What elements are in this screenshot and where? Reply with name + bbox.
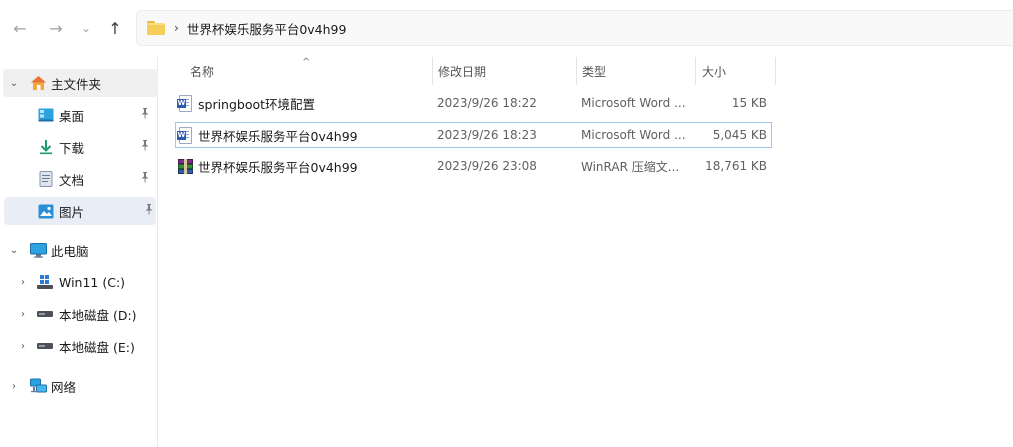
file-list: ^ 名称 修改日期 类型 大小 W springboot环境配置 2023/9/… (159, 57, 1013, 447)
column-header-label: 名称 (190, 64, 215, 79)
chevron-down-icon[interactable]: ⌄ (8, 245, 20, 256)
file-name-cell[interactable]: W springboot环境配置 (177, 90, 432, 116)
file-modified: 2023/9/26 18:22 (437, 96, 537, 110)
pin-icon[interactable] (140, 172, 150, 186)
file-row[interactable]: 世界杯娱乐服务平台0v4h99 2023/9/26 23:08 WinRAR 压… (175, 153, 772, 179)
sidebar-item-label: 桌面 (59, 108, 85, 124)
file-name-cell[interactable]: 世界杯娱乐服务平台0v4h99 (177, 153, 432, 179)
file-size: 18,761 KB (705, 159, 767, 173)
column-divider[interactable] (576, 57, 577, 85)
navigation-pane: ⌄ 主文件夹 桌面 下载 文档 图片 ⌄ 此电脑 › Win11 (C:) › … (0, 57, 158, 447)
back-button[interactable]: ← (7, 15, 33, 41)
navigation-bar: ← → ⌄ ↑ › 世界杯娱乐服务平台0v4h99 (0, 0, 1013, 57)
chevron-right-icon[interactable]: › (17, 277, 29, 288)
sidebar-item-label: 主文件夹 (51, 76, 102, 92)
pin-icon[interactable] (140, 108, 150, 122)
chevron-right-icon[interactable]: › (17, 341, 29, 352)
forward-button[interactable]: → (43, 15, 69, 41)
recent-locations-button[interactable]: ⌄ (73, 15, 99, 41)
file-modified: 2023/9/26 18:23 (437, 128, 537, 142)
file-row[interactable]: W springboot环境配置 2023/9/26 18:22 Microso… (175, 90, 772, 116)
chevron-right-icon[interactable]: › (8, 381, 20, 392)
drive-icon (36, 338, 54, 354)
sidebar-item-label: 此电脑 (51, 243, 89, 259)
sidebar-item-label: 本地磁盘 (D:) (59, 307, 137, 323)
sidebar-item-drive-c[interactable]: › Win11 (C:) (0, 268, 156, 296)
column-header-modified[interactable]: 修改日期 (438, 57, 573, 85)
address-bar[interactable]: › 世界杯娱乐服务平台0v4h99 (136, 10, 1013, 46)
up-arrow-icon: ↑ (108, 18, 122, 38)
column-header-size[interactable]: 大小 (702, 57, 772, 85)
sidebar-item-label: Win11 (C:) (59, 274, 126, 290)
column-divider[interactable] (775, 57, 776, 85)
sidebar-item-documents[interactable]: 文档 (0, 165, 156, 193)
sidebar-item-label: 图片 (59, 204, 85, 220)
file-name: springboot环境配置 (198, 96, 316, 112)
winrar-icon (177, 158, 193, 175)
column-header-name[interactable]: 名称 (190, 57, 430, 85)
word-icon: W (177, 94, 193, 112)
file-type: WinRAR 压缩文... (581, 159, 680, 174)
download-icon (37, 139, 55, 155)
documents-icon (37, 171, 55, 187)
back-arrow-icon: ← (13, 18, 27, 38)
column-header-label: 大小 (702, 64, 727, 79)
file-name: 世界杯娱乐服务平台0v4h99 (198, 128, 358, 144)
network-icon (29, 378, 47, 394)
up-button[interactable]: ↑ (102, 15, 128, 41)
file-size: 15 KB (731, 96, 767, 110)
home-icon (29, 75, 47, 91)
file-name: 世界杯娱乐服务平台0v4h99 (198, 159, 358, 175)
column-header-label: 类型 (582, 64, 607, 79)
forward-arrow-icon: → (49, 18, 63, 38)
sidebar-item-this-pc[interactable]: ⌄ 此电脑 (0, 236, 156, 264)
file-type: Microsoft Word ... (581, 96, 686, 110)
sidebar-item-label: 本地磁盘 (E:) (59, 339, 135, 355)
column-header-type[interactable]: 类型 (582, 57, 692, 85)
monitor-icon (29, 242, 47, 258)
os-drive-icon (36, 274, 54, 290)
column-divider[interactable] (695, 57, 696, 85)
pin-icon[interactable] (140, 140, 150, 154)
pictures-icon (37, 203, 55, 219)
sidebar-item-downloads[interactable]: 下载 (0, 133, 156, 161)
chevron-down-icon[interactable]: ⌄ (8, 78, 20, 89)
sidebar-item-pictures[interactable]: 图片 (4, 197, 156, 225)
sidebar-item-label: 文档 (59, 172, 85, 188)
breadcrumb-separator-icon[interactable]: › (174, 21, 179, 35)
file-modified: 2023/9/26 23:08 (437, 159, 537, 173)
file-row-selected[interactable]: W 世界杯娱乐服务平台0v4h99 2023/9/26 18:23 Micros… (175, 122, 772, 148)
column-header-label: 修改日期 (438, 64, 487, 79)
file-name-cell[interactable]: W 世界杯娱乐服务平台0v4h99 (177, 122, 432, 148)
pin-icon[interactable] (144, 204, 154, 218)
chevron-down-icon: ⌄ (80, 21, 92, 35)
sidebar-item-label: 下载 (59, 140, 85, 156)
chevron-right-icon[interactable]: › (17, 309, 29, 320)
sidebar-item-network[interactable]: › 网络 (0, 372, 156, 400)
folder-icon (147, 21, 165, 35)
column-divider[interactable] (432, 57, 433, 85)
sidebar-item-home[interactable]: ⌄ 主文件夹 (3, 69, 158, 97)
sidebar-item-drive-e[interactable]: › 本地磁盘 (E:) (0, 332, 156, 360)
desktop-icon (37, 107, 55, 123)
drive-icon (36, 306, 54, 322)
file-size: 5,045 KB (712, 128, 767, 142)
file-type: Microsoft Word ... (581, 128, 686, 142)
sidebar-item-desktop[interactable]: 桌面 (0, 101, 156, 129)
breadcrumb-current-folder[interactable]: 世界杯娱乐服务平台0v4h99 (187, 19, 347, 38)
sidebar-item-drive-d[interactable]: › 本地磁盘 (D:) (0, 300, 156, 328)
sidebar-item-label: 网络 (51, 379, 77, 395)
word-icon: W (177, 126, 193, 144)
